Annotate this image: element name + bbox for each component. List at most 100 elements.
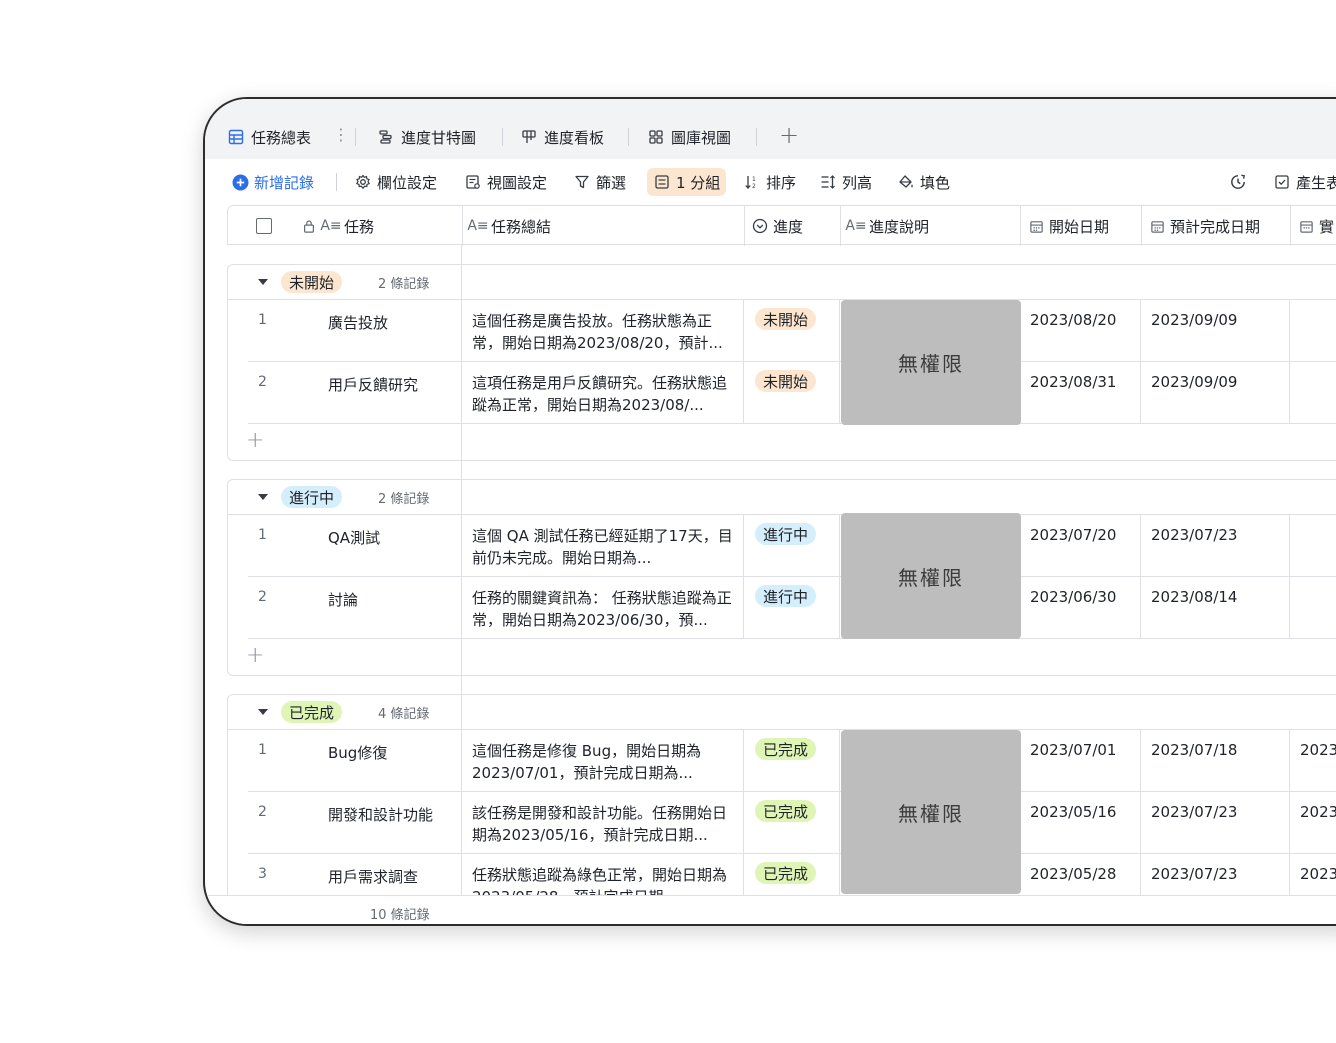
status-badge[interactable]: 未開始 <box>755 370 817 392</box>
task-cell[interactable]: 開發和設計功能 <box>328 804 433 825</box>
column-label: 實 <box>1319 217 1335 236</box>
history-button[interactable] <box>1229 171 1252 193</box>
caret-down-icon[interactable] <box>258 279 268 285</box>
column-header-task[interactable]: A≡ 任務 <box>294 206 462 246</box>
add-row-plus-icon[interactable]: + <box>246 643 264 668</box>
task-cell[interactable]: QA測試 <box>328 527 380 548</box>
row-number: 2 <box>258 804 267 820</box>
group-header[interactable]: 未開始 2 條記錄 <box>228 265 1336 300</box>
start-date-cell[interactable]: 2023/08/20 <box>1030 311 1116 329</box>
fill-color-button[interactable]: 填色 <box>897 171 950 193</box>
actual-date-cell[interactable]: 2023/ <box>1300 803 1336 821</box>
add-record-button[interactable]: 新增記錄 <box>231 171 314 193</box>
select-all-cell[interactable] <box>228 206 294 246</box>
task-cell[interactable]: 討論 <box>328 589 358 610</box>
field-settings-button[interactable]: 欄位設定 <box>354 171 437 193</box>
table-row[interactable]: 1 Bug修復 這個任務是修復 Bug，開始日期為2023/07/01，預計完成… <box>228 730 1336 792</box>
caret-down-icon[interactable] <box>258 494 268 500</box>
due-date-cell[interactable]: 2023/07/23 <box>1151 526 1237 544</box>
row-height-button[interactable]: 列高 <box>819 171 872 193</box>
start-date-cell[interactable]: 2023/05/28 <box>1030 865 1116 883</box>
task-cell[interactable]: Bug修復 <box>328 742 387 763</box>
add-view-plus-icon[interactable]: + <box>779 121 799 149</box>
filter-button[interactable]: 篩選 <box>573 171 626 193</box>
summary-cell[interactable]: 任務狀態追蹤為綠色正常，開始日期為2023/05/28，預計完成日期... <box>472 864 737 895</box>
status-badge[interactable]: 已完成 <box>755 800 817 822</box>
table-row[interactable]: 1 QA測試 這個 QA 測試任務已經延期了17天，目前仍未完成。開始日期為..… <box>228 515 1336 577</box>
horizontal-scrollbar[interactable] <box>297 925 1007 926</box>
column-header-progress-note[interactable]: A≡ 進度說明 <box>840 206 1020 246</box>
view-settings-icon <box>464 173 482 191</box>
row-number: 2 <box>258 374 267 390</box>
table-row[interactable]: 3 用戶需求調查 任務狀態追蹤為綠色正常，開始日期為2023/05/28，預計完… <box>228 854 1336 895</box>
task-cell[interactable]: 廣告投放 <box>328 312 388 333</box>
app-window: 任務總表 ⋮ 進度甘特圖 進度看板 圖庫視圖 + 新增記錄 欄位設定 視圖設定 … <box>203 97 1336 926</box>
actual-date-cell[interactable]: 2023/ <box>1300 865 1336 883</box>
tab-label: 圖庫視圖 <box>671 128 732 147</box>
summary-cell[interactable]: 這項任務是用戶反饋研究。任務狀態追蹤為正常，開始日期為2023/08/... <box>472 372 737 417</box>
tab-divider <box>355 128 356 146</box>
table-row[interactable]: 1 廣告投放 這個任務是廣告投放。任務狀態為正常，開始日期為2023/08/20… <box>228 300 1336 362</box>
summary-cell[interactable]: 這個任務是修復 Bug，開始日期為2023/07/01，預計完成日期為... <box>472 740 737 785</box>
tab-divider <box>502 128 503 146</box>
due-date-cell[interactable]: 2023/07/23 <box>1151 865 1237 883</box>
row-number: 1 <box>258 527 267 543</box>
summary-cell[interactable]: 該任務是開發和設計功能。任務開始日期為2023/05/16，預計完成日期... <box>472 802 737 847</box>
sort-button[interactable]: 12 排序 <box>743 171 796 193</box>
group-header[interactable]: 已完成 4 條記錄 <box>228 695 1336 730</box>
status-badge[interactable]: 已完成 <box>755 738 817 760</box>
more-vertical-icon[interactable]: ⋮ <box>333 125 349 144</box>
column-header-progress[interactable]: 進度 <box>744 206 840 246</box>
status-badge[interactable]: 進行中 <box>755 523 817 545</box>
tab-kanban[interactable]: 進度看板 <box>520 125 604 149</box>
actual-date-cell[interactable]: 2023/ <box>1300 741 1336 759</box>
due-date-cell[interactable]: 2023/09/09 <box>1151 373 1237 391</box>
column-header-summary[interactable]: A≡ 任務總結 <box>462 206 744 246</box>
tab-gallery[interactable]: 圖庫視圖 <box>647 125 731 149</box>
tab-label: 任務總表 <box>251 128 312 147</box>
summary-cell[interactable]: 任務的關鍵資訊為： 任務狀態追蹤為正常，開始日期為2023/06/30，預... <box>472 587 737 632</box>
start-date-cell[interactable]: 2023/06/30 <box>1030 588 1116 606</box>
caret-down-icon[interactable] <box>258 709 268 715</box>
due-date-cell[interactable]: 2023/09/09 <box>1151 311 1237 329</box>
paint-bucket-icon <box>897 173 915 191</box>
table-row[interactable]: 2 用戶反饋研究 這項任務是用戶反饋研究。任務狀態追蹤為正常，開始日期為2023… <box>228 362 1336 424</box>
generate-button[interactable]: 產生表 <box>1273 171 1336 193</box>
summary-cell[interactable]: 這個任務是廣告投放。任務狀態為正常，開始日期為2023/08/20，預計... <box>472 310 737 355</box>
status-badge[interactable]: 已完成 <box>755 862 817 884</box>
due-date-cell[interactable]: 2023/07/23 <box>1151 803 1237 821</box>
gantt-icon <box>377 128 395 146</box>
due-date-cell[interactable]: 2023/08/14 <box>1151 588 1237 606</box>
start-date-cell[interactable]: 2023/07/20 <box>1030 526 1116 544</box>
group-in-progress: 進行中 2 條記錄 1 QA測試 這個 QA 測試任務已經延期了17天，目前仍未… <box>227 479 1336 677</box>
task-cell[interactable]: 用戶反饋研究 <box>328 374 418 395</box>
column-header-due-date[interactable]: 預計完成日期 <box>1141 206 1290 246</box>
checkbox-icon <box>1273 173 1291 191</box>
start-date-cell[interactable]: 2023/07/01 <box>1030 741 1116 759</box>
group-header[interactable]: 進行中 2 條記錄 <box>228 480 1336 515</box>
svg-text:1: 1 <box>752 176 756 183</box>
table-row[interactable]: 2 討論 任務的關鍵資訊為： 任務狀態追蹤為正常，開始日期為2023/06/30… <box>228 577 1336 639</box>
view-settings-button[interactable]: 視圖設定 <box>464 171 547 193</box>
status-badge[interactable]: 進行中 <box>755 585 817 607</box>
group-label: 1 分組 <box>676 173 721 192</box>
column-header-actual[interactable]: 實 <box>1290 206 1336 246</box>
group-button[interactable]: 1 分組 <box>647 168 727 196</box>
column-header-start-date[interactable]: 開始日期 <box>1020 206 1141 246</box>
row-height-label: 列高 <box>842 173 873 192</box>
data-grid: A≡ 任務 A≡ 任務總結 進度 A≡ 進度說明 開始日期 預計完成日期 實 未… <box>227 205 1336 895</box>
tab-task-table[interactable]: 任務總表 <box>227 125 311 149</box>
summary-cell[interactable]: 這個 QA 測試任務已經延期了17天，目前仍未完成。開始日期為... <box>472 525 737 570</box>
status-badge[interactable]: 未開始 <box>755 308 817 330</box>
add-row-plus-icon[interactable]: + <box>246 428 264 453</box>
start-date-cell[interactable]: 2023/05/16 <box>1030 803 1116 821</box>
tab-gantt[interactable]: 進度甘特圖 <box>377 125 476 149</box>
row-number: 1 <box>258 312 267 328</box>
select-all-checkbox[interactable] <box>256 218 272 234</box>
start-date-cell[interactable]: 2023/08/31 <box>1030 373 1116 391</box>
calendar-icon <box>1027 217 1045 235</box>
group-completed: 已完成 4 條記錄 1 Bug修復 這個任務是修復 Bug，開始日期為2023/… <box>227 694 1336 895</box>
table-row[interactable]: 2 開發和設計功能 該任務是開發和設計功能。任務開始日期為2023/05/16，… <box>228 792 1336 854</box>
task-cell[interactable]: 用戶需求調查 <box>328 866 418 887</box>
due-date-cell[interactable]: 2023/07/18 <box>1151 741 1237 759</box>
